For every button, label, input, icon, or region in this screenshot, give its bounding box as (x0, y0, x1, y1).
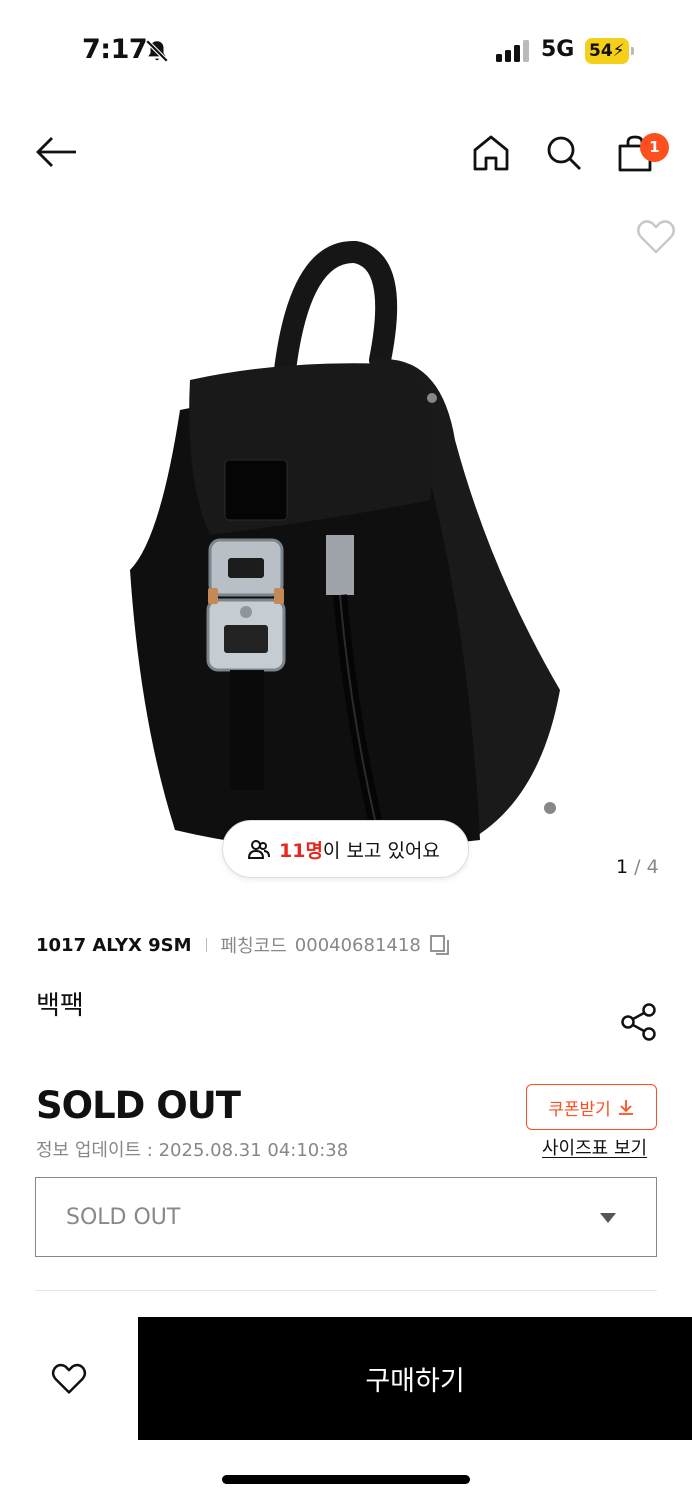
search-icon[interactable] (545, 134, 583, 172)
heart-outline-icon[interactable] (636, 218, 676, 256)
heart-icon (51, 1363, 87, 1394)
pager-current: 1 (616, 856, 629, 878)
download-icon (618, 1100, 633, 1115)
option-value: SOLD OUT (66, 1204, 181, 1230)
size-chart-link[interactable]: 사이즈표 보기 (542, 1134, 647, 1160)
network-label: 5G (541, 37, 575, 62)
code-label: 페칭코드 (220, 936, 287, 957)
people-icon (247, 840, 270, 859)
live-viewers-badge: 11명 이 보고 있어요 (222, 820, 469, 878)
image-pager: 1 / 4 (616, 856, 659, 878)
product-image (130, 241, 560, 851)
option-select[interactable]: SOLD OUT (35, 1177, 657, 1257)
bell-muted-icon (145, 39, 169, 63)
chevron-down-icon (600, 1213, 616, 1223)
status-time: 7:17 (82, 34, 148, 65)
product-name: 백팩 (36, 991, 84, 1021)
buy-button[interactable]: 구매하기 (138, 1317, 692, 1440)
brand-name[interactable]: 1017 ALYX 9SM (36, 935, 192, 956)
code-value: 00040681418 (294, 934, 421, 956)
viewer-suffix: 이 보고 있어요 (322, 839, 440, 862)
pager-total: 4 (646, 856, 659, 878)
copy-icon[interactable] (429, 934, 451, 956)
home-icon[interactable] (472, 134, 510, 172)
divider (205, 938, 207, 952)
back-arrow-icon[interactable] (36, 136, 78, 168)
charging-icon: ⚡ (612, 41, 625, 61)
viewer-count: 11명 (279, 839, 323, 862)
coupon-button[interactable]: 쿠폰받기 (526, 1084, 657, 1130)
brand-row: 1017 ALYX 9SM 페칭코드 00040681418 (36, 932, 451, 958)
wishlist-button[interactable] (44, 1354, 94, 1404)
pager-separator: / (634, 856, 641, 878)
signal-icon (496, 40, 529, 62)
section-divider (35, 1290, 657, 1291)
battery-indicator: 54⚡ (585, 38, 635, 64)
status-bar: 7:17 5G 54⚡ (0, 0, 692, 100)
cart-badge: 1 (640, 133, 669, 162)
coupon-label: 쿠폰받기 (548, 1099, 611, 1120)
battery-level: 54 (589, 41, 613, 61)
update-info: 정보 업데이트 : 2025.08.31 04:10:38 (36, 1140, 349, 1161)
home-indicator (222, 1475, 470, 1484)
share-icon[interactable] (620, 1002, 658, 1042)
price-status: SOLD OUT (36, 1084, 241, 1127)
